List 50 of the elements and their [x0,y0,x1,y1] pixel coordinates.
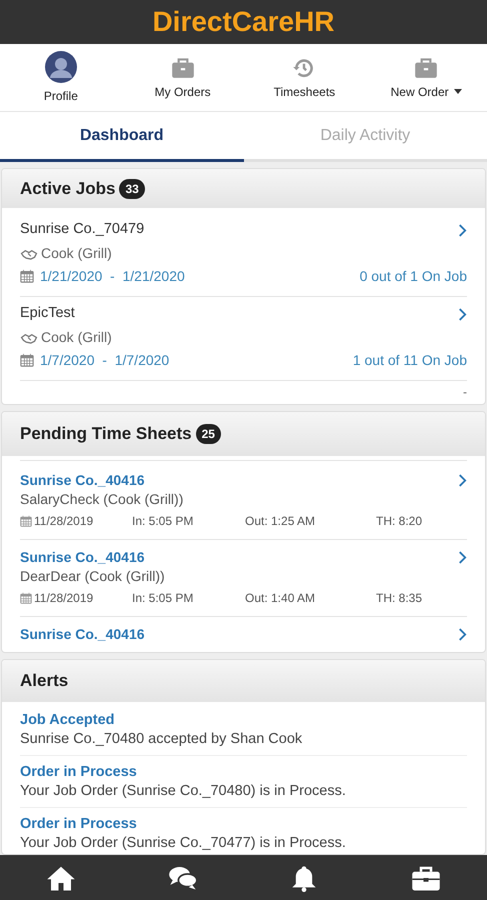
app-title: DirectCareHR [152,8,335,36]
calendar-icon [20,353,34,367]
job-role: Cook (Grill) [41,328,112,347]
timesheet-date: 11/28/2019 [34,590,94,607]
alert-message: Your Job Order (Sunrise Co._70477) is in Process. [20,834,347,852]
alert-title[interactable]: Order in Process [20,815,467,834]
time-out: Out: 1:40 AM [245,590,316,607]
caret-icon [454,89,462,94]
calendar-icon [20,515,32,527]
timesheet-detail: SalaryCheck (Cook (Grill)) [20,490,184,509]
section-title: Alerts [20,670,68,692]
total-hours: TH: 8:35 [376,590,424,607]
time-in: In: 5:05 PM [132,590,194,607]
timesheet-title[interactable]: Sunrise Co._40416 [20,546,145,568]
job-dates: 1/21/2020 - 1/21/2020 [40,266,185,286]
staffing-count: 1 out of 11 On Job [352,350,467,370]
nav-button[interactable]: Timesheets [244,44,366,111]
count-badge: 33 [119,178,145,198]
alert-title[interactable]: Job Accepted [20,711,467,730]
timesheet-title[interactable]: Sunrise Co._40416 [20,470,145,490]
avatar-icon [44,50,77,82]
chevron-right-icon[interactable] [457,550,467,564]
job-dates: 1/7/2020 - 1/7/2020 [40,350,170,370]
job-name: Sunrise Co._70479 [20,220,144,240]
time-out: Out: 1:25 AM [245,513,316,530]
section-title: Active Jobs [20,178,116,200]
alert-message: Sunrise Co._70480 accepted by Shan Cook [20,730,304,748]
nav-button[interactable]: My Orders [122,44,244,111]
staffing-count: 0 out of 1 On Job [360,266,467,286]
timesheet-detail: DearDear (Cook (Grill)) [20,567,166,586]
timesheet-date: 11/28/2019 [34,513,94,530]
total-hours: TH: 8:20 [376,513,424,530]
nav-button[interactable]: New Order [365,44,487,111]
count-badge: 25 [196,424,221,444]
timesheet-title[interactable]: Sunrise Co._40416 [20,624,145,641]
time-in: In: 5:05 PM [132,513,194,530]
tab[interactable]: Dashboard [0,112,244,162]
chevron-right-icon[interactable] [457,626,467,641]
job-role: Cook (Grill) [41,244,112,263]
calendar-icon [20,269,34,283]
chevron-right-icon[interactable] [457,222,467,238]
alert-message: Your Job Order (Sunrise Co._70480) is in Process. [20,782,347,800]
chevron-right-icon[interactable] [457,472,467,488]
calendar-icon [20,592,32,604]
more-indicator: - [463,386,467,398]
alert-title[interactable]: Order in Process [20,763,467,782]
nav-button[interactable]: Profile [0,44,122,111]
job-name: EpicTest [20,304,75,324]
section-title: Pending Time Sheets [20,423,192,446]
chevron-right-icon[interactable] [457,306,467,322]
